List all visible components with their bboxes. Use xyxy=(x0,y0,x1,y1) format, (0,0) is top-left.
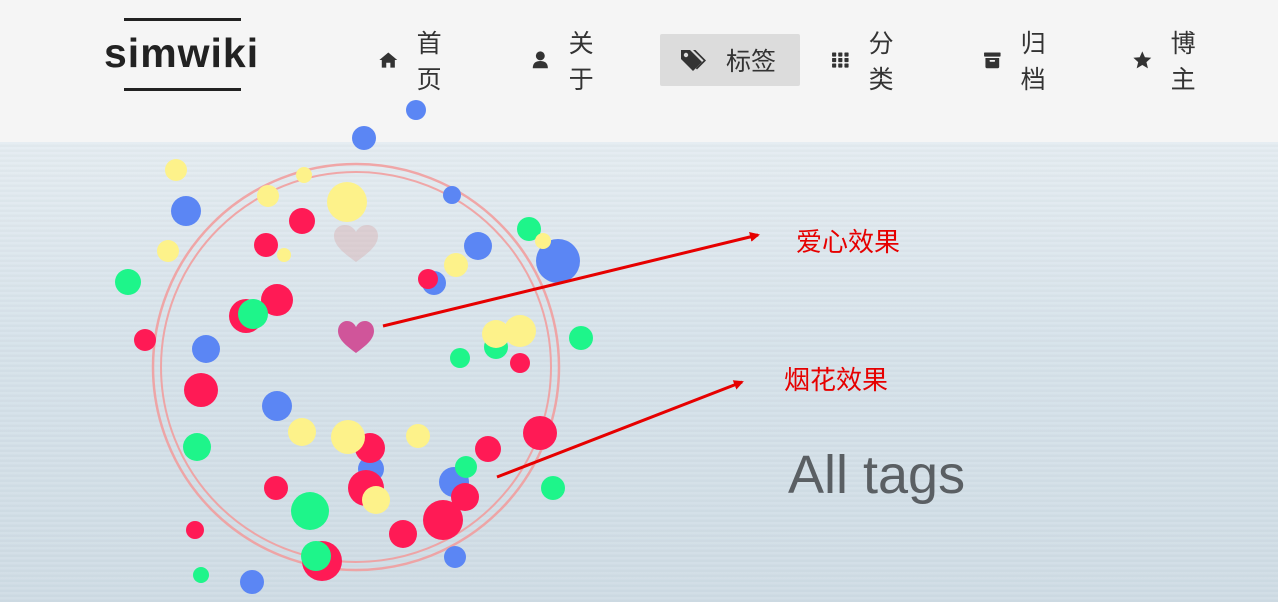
firework-particle xyxy=(277,248,291,262)
firework-particle xyxy=(288,418,316,446)
firework-particle xyxy=(475,436,501,462)
firework-ring-outer xyxy=(151,162,561,572)
firework-particle xyxy=(541,476,565,500)
firework-particle xyxy=(301,541,331,571)
firework-particle xyxy=(444,546,466,568)
firework-particle xyxy=(291,492,329,530)
heart-effect-annotation: 爱心效果 xyxy=(796,228,901,258)
firework-particle xyxy=(257,185,279,207)
firework-particle xyxy=(240,570,264,594)
firework-particle xyxy=(423,500,463,540)
firework-particle xyxy=(264,476,288,500)
click-effects-overlay xyxy=(115,100,760,594)
firework-particle xyxy=(186,521,204,539)
firework-particle xyxy=(352,126,376,150)
firework-particle xyxy=(450,348,470,368)
firework-particle xyxy=(115,269,141,295)
firework-particle xyxy=(418,269,438,289)
firework-particle xyxy=(455,456,477,478)
firework-particle xyxy=(535,233,551,249)
firework-particle xyxy=(262,391,292,421)
heart-icon xyxy=(334,225,378,262)
page: simwiki 首页 关于 标签 分类 归档 博主 爱心效果 烟花效果 All … xyxy=(0,0,1278,602)
firework-particle xyxy=(184,373,218,407)
firework-particle xyxy=(165,159,187,181)
firework-rings xyxy=(151,162,561,572)
firework-particle xyxy=(464,232,492,260)
firework-particle xyxy=(171,196,201,226)
firework-particle xyxy=(254,233,278,257)
firework-particle xyxy=(504,315,536,347)
firework-particle xyxy=(183,433,211,461)
firework-particle xyxy=(443,186,461,204)
firework-particle xyxy=(389,520,417,548)
firework-particle xyxy=(523,416,557,450)
firework-particle xyxy=(406,424,430,448)
firework-effect-annotation: 烟花效果 xyxy=(784,366,889,396)
firework-particle xyxy=(193,567,209,583)
firework-particle xyxy=(510,353,530,373)
firework-particle xyxy=(331,420,365,454)
firework-particle xyxy=(444,253,468,277)
firework-particle xyxy=(289,208,315,234)
firework-particle xyxy=(296,167,312,183)
firework-particle xyxy=(362,486,390,514)
firework-particle xyxy=(406,100,426,120)
heart-icon xyxy=(338,321,374,353)
firework-particle xyxy=(569,326,593,350)
page-title: All tags xyxy=(788,445,966,505)
firework-particle xyxy=(192,335,220,363)
firework-particle xyxy=(238,299,268,329)
heart-effects xyxy=(334,225,378,353)
firework-particle xyxy=(157,240,179,262)
firework-ring-inner xyxy=(160,171,552,563)
firework-particle xyxy=(134,329,156,351)
firework-particle xyxy=(327,182,367,222)
